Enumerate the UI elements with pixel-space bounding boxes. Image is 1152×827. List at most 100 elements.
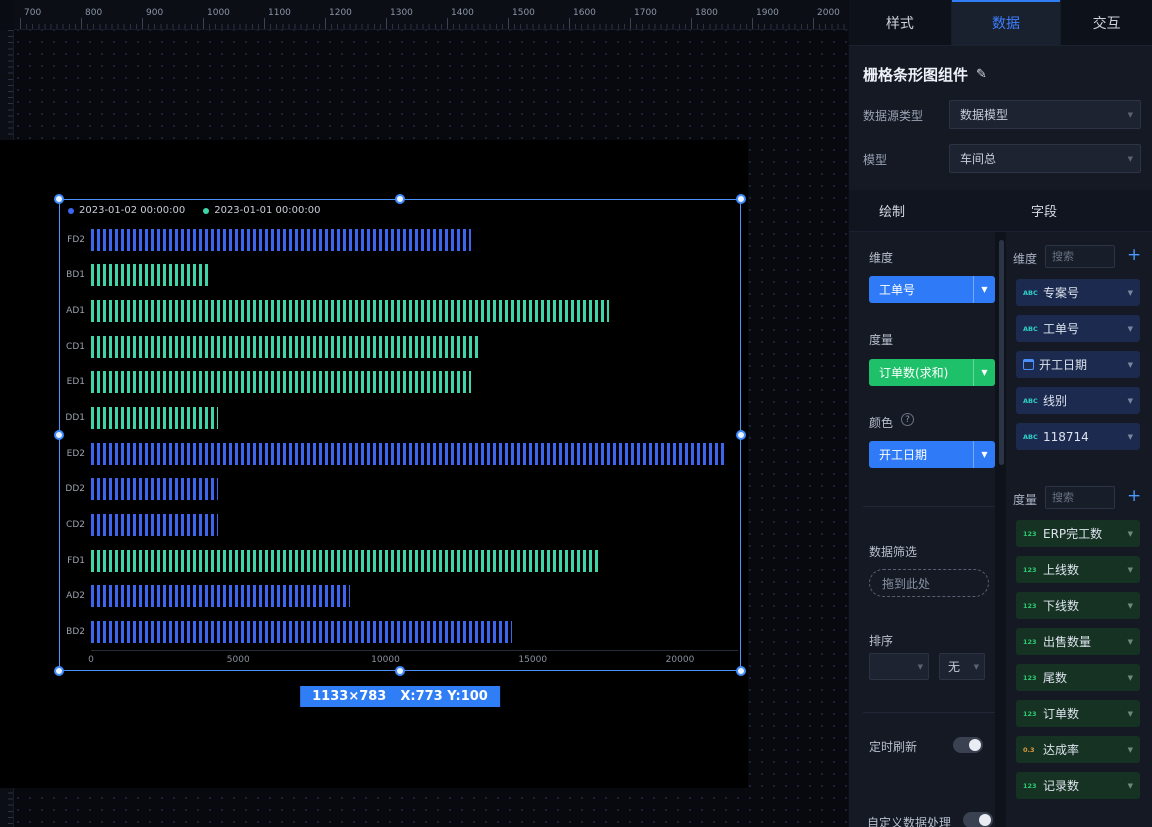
- ruler-tick: 900: [142, 18, 143, 29]
- ruler-tick-label: 1300: [390, 8, 413, 18]
- field-pill-measure[interactable]: 123出售数量▼: [1016, 628, 1140, 655]
- dimension-pill[interactable]: 工单号 ▼: [869, 276, 995, 303]
- selection-handle-bottom[interactable]: [395, 666, 405, 676]
- ruler-tick: 2000: [813, 18, 814, 29]
- field-type-icon: 123: [1023, 674, 1038, 682]
- measure-pill-label: 订单数(求和): [869, 359, 973, 386]
- ruler-tick-label: 800: [85, 8, 102, 18]
- data-filter-dropzone[interactable]: 拖到此处: [869, 569, 989, 597]
- chart-row: DD2: [60, 478, 740, 500]
- ruler-tick-label: 1800: [695, 8, 718, 18]
- selection-handle-top-left[interactable]: [54, 194, 64, 204]
- panel-tab-interaction[interactable]: 交互: [1060, 0, 1152, 45]
- timed-refresh-toggle[interactable]: [953, 737, 983, 753]
- field-label: 开工日期: [1039, 356, 1123, 373]
- selection-handle-left[interactable]: [54, 430, 64, 440]
- field-pill-measure[interactable]: 123ERP完工数▼: [1016, 520, 1140, 547]
- field-label: 下线数: [1043, 597, 1123, 614]
- measure-search-input[interactable]: [1045, 486, 1115, 509]
- field-pill-measure[interactable]: 123订单数▼: [1016, 700, 1140, 727]
- field-type-icon: 0.3: [1023, 746, 1038, 754]
- divider: [863, 506, 995, 507]
- category-label: AD1: [60, 306, 91, 316]
- timed-refresh-label: 定时刷新: [869, 738, 917, 755]
- bar: [91, 264, 209, 286]
- category-label: ED2: [60, 449, 91, 459]
- add-measure-field-button[interactable]: +: [1127, 488, 1141, 505]
- category-label: AD2: [60, 591, 91, 601]
- selection-handle-top[interactable]: [395, 194, 405, 204]
- field-pill-dimension[interactable]: ABC118714▼: [1016, 423, 1140, 450]
- top-ruler: 7008009001000110012001300140015001600170…: [0, 0, 848, 30]
- panel-tab-data[interactable]: 数据: [951, 0, 1061, 45]
- field-pill-dimension[interactable]: ABC专案号▼: [1016, 279, 1140, 306]
- divider: [863, 712, 995, 713]
- ruler-tick-label: 1500: [512, 8, 535, 18]
- panel-tabs: 样式数据交互: [849, 0, 1152, 46]
- size-value: 1133×783: [312, 689, 386, 704]
- top-ruler-ticks: [20, 24, 848, 29]
- bar: [91, 585, 350, 607]
- fields-measure-label: 度量: [1013, 491, 1037, 508]
- datasource-type-select[interactable]: 数据模型 ▼: [949, 100, 1141, 129]
- field-pill-measure[interactable]: 123记录数▼: [1016, 772, 1140, 799]
- x-axis-tick-label: 20000: [666, 655, 695, 665]
- measure-pill[interactable]: 订单数(求和) ▼: [869, 359, 995, 386]
- field-pill-dimension[interactable]: 开工日期 ▼: [1016, 351, 1140, 378]
- design-canvas[interactable]: 2023-01-02 00:00:002023-01-01 00:00:00 F…: [0, 140, 748, 788]
- field-pill-measure[interactable]: 0.3达成率▼: [1016, 736, 1140, 763]
- chart-component[interactable]: 2023-01-02 00:00:002023-01-01 00:00:00 F…: [60, 200, 740, 670]
- subtab-draw[interactable]: 绘制: [849, 190, 1001, 231]
- field-label: 工单号: [1043, 320, 1123, 337]
- chevron-down-icon: ▼: [1128, 325, 1133, 333]
- field-type-icon: ABC: [1023, 397, 1038, 405]
- datasource-type-label: 数据源类型: [863, 107, 923, 124]
- chart-row: CD2: [60, 514, 740, 536]
- add-dimension-field-button[interactable]: +: [1127, 247, 1141, 264]
- chart-row: ED2: [60, 443, 740, 465]
- sort-field-select[interactable]: ▼: [869, 653, 929, 680]
- category-label: BD2: [60, 627, 91, 637]
- chevron-down-icon: ▼: [1128, 710, 1133, 718]
- ruler-tick-label: 2000: [817, 8, 840, 18]
- selection-handle-right[interactable]: [736, 430, 746, 440]
- color-pill[interactable]: 开工日期 ▼: [869, 441, 995, 468]
- field-label: 订单数: [1043, 705, 1123, 722]
- ruler-tick: 1100: [264, 18, 265, 29]
- edit-icon[interactable]: ✎: [976, 67, 987, 82]
- x-axis-tick-label: 5000: [227, 655, 250, 665]
- chevron-down-icon: ▼: [1128, 361, 1133, 369]
- selection-handle-bottom-right[interactable]: [736, 666, 746, 676]
- scrollbar-thumb[interactable]: [999, 240, 1004, 465]
- help-icon[interactable]: ?: [901, 413, 914, 426]
- custom-data-processing-label: 自定义数据处理: [867, 814, 951, 827]
- ruler-tick-label: 900: [146, 8, 163, 18]
- bar: [91, 550, 598, 572]
- model-select[interactable]: 车间总 ▼: [949, 144, 1141, 173]
- custom-data-processing-toggle[interactable]: [963, 812, 993, 827]
- selection-handle-top-right[interactable]: [736, 194, 746, 204]
- chevron-down-icon: ▼: [1128, 674, 1133, 682]
- ruler-tick-label: 700: [24, 8, 41, 18]
- field-label: 尾数: [1043, 669, 1123, 686]
- field-pill-measure[interactable]: 123下线数▼: [1016, 592, 1140, 619]
- color-label: 颜色: [869, 414, 893, 431]
- sort-direction-select[interactable]: 无 ▼: [939, 653, 985, 680]
- dimension-pill-label: 工单号: [869, 276, 973, 303]
- model-value: 车间总: [960, 150, 996, 167]
- field-pill-dimension[interactable]: ABC工单号▼: [1016, 315, 1140, 342]
- selection-handle-bottom-left[interactable]: [54, 666, 64, 676]
- dropzone-placeholder: 拖到此处: [882, 575, 930, 592]
- ruler-tick-label: 1000: [207, 8, 230, 18]
- field-pill-measure[interactable]: 123上线数▼: [1016, 556, 1140, 583]
- field-type-icon: ABC: [1023, 433, 1038, 441]
- legend-item[interactable]: 2023-01-02 00:00:00: [68, 205, 185, 216]
- chevron-down-icon: ▼: [1128, 289, 1133, 297]
- ruler-tick-label: 1200: [329, 8, 352, 18]
- legend-item[interactable]: 2023-01-01 00:00:00: [203, 205, 320, 216]
- field-pill-measure[interactable]: 123 尾数 ▼: [1016, 664, 1140, 691]
- panel-tab-style[interactable]: 样式: [849, 0, 951, 45]
- dimension-search-input[interactable]: [1045, 245, 1115, 268]
- subtab-fields[interactable]: 字段: [1001, 190, 1152, 231]
- field-pill-dimension[interactable]: ABC线别▼: [1016, 387, 1140, 414]
